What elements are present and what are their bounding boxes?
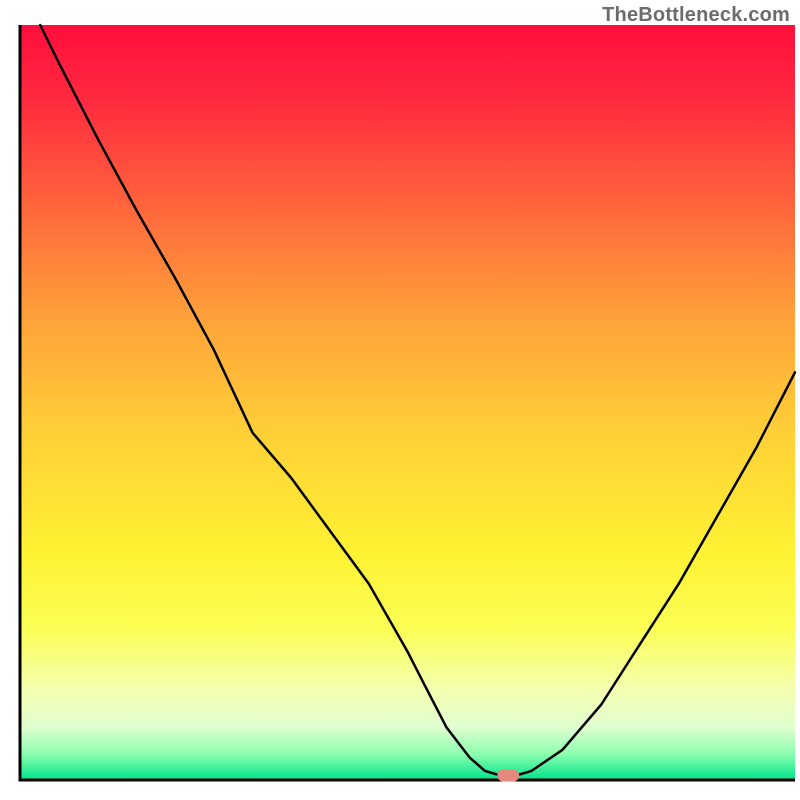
chart-container: { "watermark": "TheBottleneck.com", "cha…: [0, 0, 800, 800]
optimum-marker: [497, 769, 519, 781]
plot-background-gradient: [20, 25, 795, 780]
bottleneck-curve-plot: [0, 0, 800, 800]
